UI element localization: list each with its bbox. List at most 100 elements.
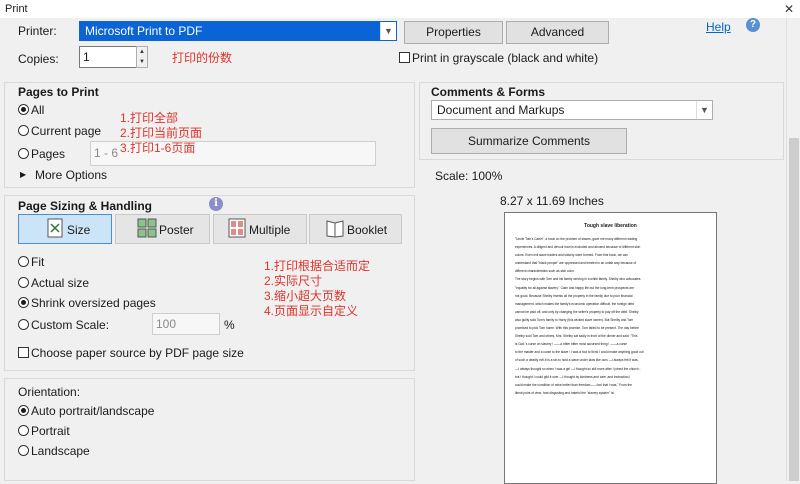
copies-label: Copies: <box>18 52 59 66</box>
fit-label: Fit <box>31 255 45 269</box>
tab-booklet[interactable]: Booklet <box>309 214 402 244</box>
preview-text-line: not good. Because Shelby invests all the… <box>515 293 633 298</box>
preview-text-line: Shelby sold Tom and others, Mrs. Shelby … <box>515 334 638 339</box>
tab-size[interactable]: Size <box>18 214 112 244</box>
preview-text-line: "equality for all against slavery." Calm… <box>515 285 634 290</box>
tab-multiple-label: Multiple <box>249 223 291 237</box>
size-icon <box>45 218 67 238</box>
chevron-down-icon[interactable]: ▼ <box>380 22 396 40</box>
scrollbar[interactable] <box>786 18 800 481</box>
sizing-annotation-3: 3.缩小超大页数 <box>264 289 347 303</box>
preview-text: "Uncle Tom's Cabin", a book on the probl… <box>505 235 716 397</box>
custom-scale-input[interactable]: 100 <box>152 313 220 335</box>
pages-annotation-1: 1.打印全部 <box>120 111 179 125</box>
preview-text-line: "Uncle Tom's Cabin", a book on the probl… <box>515 237 638 241</box>
paper-source-checkbox[interactable] <box>18 347 29 358</box>
radio-all[interactable] <box>18 104 29 115</box>
preview-text-line: cannot be paid off, and only by changing… <box>515 309 639 314</box>
preview-text-line: also guilty sold Tom's family to Harry (… <box>515 317 634 322</box>
preview-text-line: could make the condition of mine better … <box>515 382 633 387</box>
landscape-label: Landscape <box>31 444 90 458</box>
grayscale-checkbox[interactable] <box>399 52 410 63</box>
custom-scale-label: Custom Scale: <box>31 318 110 332</box>
help-icon[interactable]: ? <box>746 18 760 32</box>
paper-source-label: Choose paper source by PDF page size <box>31 346 244 360</box>
summarize-comments-button[interactable]: Summarize Comments <box>431 128 627 154</box>
portrait-label: Portrait <box>31 424 70 438</box>
radio-shrink-oversized[interactable] <box>18 297 29 308</box>
auto-orientation-label: Auto portrait/landscape <box>31 404 155 418</box>
pages-annotation-3: 3.打印1-6页面 <box>120 141 196 155</box>
actual-size-label: Actual size <box>31 276 90 290</box>
shrink-oversized-label: Shrink oversized pages <box>31 296 156 310</box>
current-page-label: Current page <box>31 124 102 138</box>
tab-size-label: Size <box>67 223 91 237</box>
spin-down-icon[interactable]: ▼ <box>137 57 147 67</box>
preview-text-line: is God 's curse on slavery ! ——a bitter … <box>515 342 628 347</box>
preview-text-line: The story begins with Tom and his family… <box>515 277 641 282</box>
printer-select[interactable]: Microsoft Print to PDF ▼ <box>79 21 397 41</box>
sizing-annotation-4: 4.页面显示自定义 <box>264 304 359 318</box>
preview-page: Tough slave liberation "Uncle Tom's Cabi… <box>504 212 717 484</box>
preview-text-line: —I always thought so when I was a girl —… <box>515 366 641 371</box>
printer-label: Printer: <box>18 24 57 38</box>
preview-text-line: to the master and a curse to the slave !… <box>515 350 644 355</box>
copies-annotation: 打印的份数 <box>172 51 233 65</box>
custom-scale-unit: % <box>224 318 235 332</box>
copies-stepper[interactable]: ▲ ▼ <box>136 46 148 68</box>
pages-label: Pages <box>31 147 66 161</box>
title-bar: Print ✕ <box>0 0 800 18</box>
chevron-down-icon[interactable]: ▼ <box>696 101 712 119</box>
sizing-annotation-2: 2.实际尺寸 <box>264 274 323 288</box>
radio-custom-scale[interactable] <box>18 319 29 330</box>
poster-icon <box>136 218 158 238</box>
page-sizing-heading: Page Sizing & Handling <box>18 199 153 213</box>
help-link[interactable]: Help <box>706 20 731 34</box>
info-icon[interactable]: i <box>209 197 223 211</box>
preview-text-line: colors. Even evil slave traders and slav… <box>515 253 628 258</box>
scrollbar-thumb[interactable] <box>789 138 799 481</box>
radio-pages[interactable] <box>18 148 29 159</box>
sizing-annotation-1: 1.打印根据合适而定 <box>264 259 371 273</box>
tab-poster[interactable]: Poster <box>115 214 210 244</box>
comments-forms-select-value: Document and Markups <box>437 103 565 117</box>
window-title: Print <box>5 3 28 15</box>
radio-fit[interactable] <box>18 256 29 267</box>
pages-annotation-2: 2.打印当前页面 <box>120 126 203 140</box>
pages-to-print-heading: Pages to Print <box>18 85 99 99</box>
all-label: All <box>31 103 45 117</box>
radio-landscape[interactable] <box>18 445 29 456</box>
expand-triangle-icon[interactable]: ▶ <box>20 170 26 179</box>
preview-page-size: 8.27 x 11.69 Inches <box>500 194 604 208</box>
preview-text-line: but I thought I could gild it over —I th… <box>515 374 631 379</box>
preview-doc-title: Tough slave liberation <box>584 223 637 229</box>
preview-text-line: management, which makes the family's eco… <box>515 301 634 306</box>
tab-multiple[interactable]: Multiple <box>213 214 307 244</box>
tab-booklet-label: Booklet <box>347 223 388 237</box>
comments-forms-select[interactable]: Document and Markups ▼ <box>431 100 713 120</box>
booklet-icon <box>324 218 346 238</box>
advanced-button[interactable]: Advanced <box>506 21 609 44</box>
preview-text-line: understand that "black people" are oppre… <box>515 261 637 266</box>
orientation-heading: Orientation: <box>18 385 81 399</box>
copies-input[interactable]: 1 <box>79 46 138 68</box>
spin-up-icon[interactable]: ▲ <box>137 47 147 57</box>
comments-forms-heading: Comments & Forms <box>431 85 546 99</box>
tab-poster-label: Poster <box>159 223 194 237</box>
preview-text-line: promised to pick Tom home. With this pro… <box>515 326 640 331</box>
properties-button[interactable]: Properties <box>404 21 503 44</box>
grayscale-label: Print in grayscale (black and white) <box>412 51 599 65</box>
preview-text-line: experiences. A diligent and devout man i… <box>515 245 641 250</box>
close-icon[interactable]: ✕ <box>784 0 794 18</box>
printer-select-value: Microsoft Print to PDF <box>85 24 203 38</box>
multiple-icon <box>226 218 248 238</box>
preview-scale: Scale: 100% <box>435 169 503 183</box>
radio-auto-orientation[interactable] <box>18 405 29 416</box>
more-options-toggle[interactable]: More Options <box>35 168 107 182</box>
preview-text-line: literal point of view, how disgusting an… <box>515 390 615 395</box>
radio-portrait[interactable] <box>18 425 29 436</box>
radio-current-page[interactable] <box>18 125 29 136</box>
radio-actual-size[interactable] <box>18 277 29 288</box>
preview-text-line: of such a deadly evil.It is a sin to hol… <box>515 358 639 363</box>
preview-text-line: different characteristics such as skin c… <box>515 269 575 274</box>
